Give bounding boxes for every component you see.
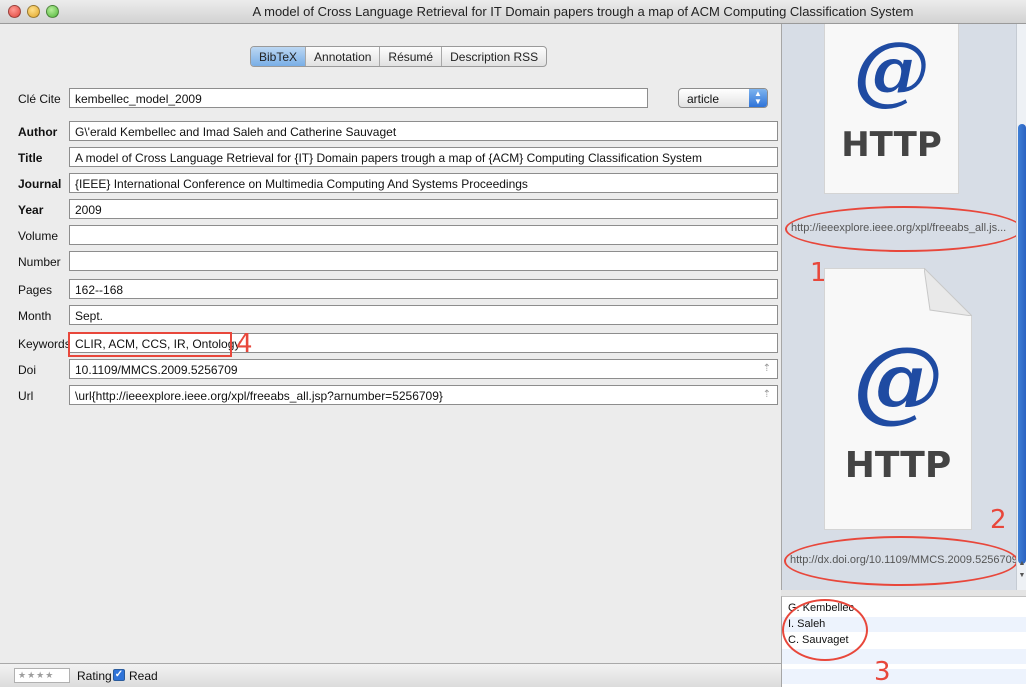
tab-description-rss[interactable]: Description RSS — [442, 47, 546, 66]
month-field[interactable]: Sept. — [69, 305, 778, 325]
annotation-number-3: 3 — [874, 657, 891, 687]
field-label-number: Number — [18, 255, 61, 269]
close-window-button[interactable] — [8, 5, 21, 18]
field-label-doi: Doi — [18, 363, 37, 377]
rating-stars-control[interactable]: ★★★★ — [14, 668, 70, 683]
editor-tabbar: BibTeX Annotation Résumé Description RSS — [250, 46, 548, 67]
author-list-row-empty — [782, 669, 1026, 684]
year-field[interactable]: 2009 — [69, 199, 778, 219]
entry-type-select[interactable]: article ▲ ▼ — [678, 88, 768, 108]
field-label-journal: Journal — [18, 177, 62, 191]
select-arrows-icon: ▲ ▼ — [749, 89, 767, 107]
pages-field[interactable]: 162--168 — [69, 279, 778, 299]
lock-icon[interactable]: ⇡ — [763, 389, 771, 400]
url-value: \url{http://ieeexplore.ieee.org/xpl/free… — [75, 389, 443, 403]
authors-list-panel: G. Kembellec I. Saleh C. Sauvaget 3 — [781, 596, 1026, 687]
field-label-author: Author — [18, 125, 58, 139]
read-checkbox[interactable]: ✓ — [113, 669, 125, 681]
annotation-oval-3 — [782, 599, 868, 661]
minimize-window-button[interactable] — [27, 5, 40, 18]
journal-field[interactable]: {IEEE} International Conference on Multi… — [69, 173, 778, 193]
scroll-down-arrow-icon[interactable]: ▼ — [1017, 572, 1026, 579]
number-field[interactable] — [69, 251, 778, 271]
field-label-year: Year — [18, 203, 44, 217]
author-field[interactable]: G\'erald Kembellec and Imad Saleh and Ca… — [69, 121, 778, 141]
volume-field[interactable] — [69, 225, 778, 245]
http-label: HTTP — [844, 445, 952, 486]
window-titlebar: A model of Cross Language Retrieval for … — [0, 0, 1026, 24]
sidebar-scroll-thumb[interactable] — [1018, 124, 1026, 564]
at-sign-icon: @ — [853, 327, 943, 433]
annotation-box-keywords — [68, 332, 232, 357]
linked-file-icon-1[interactable]: @ HTTP — [824, 24, 959, 194]
field-label-pages: Pages — [18, 283, 53, 297]
annotation-number-4: 4 — [236, 329, 253, 359]
doi-value: 10.1109/MMCS.2009.5256709 — [75, 363, 238, 377]
linked-files-sidebar: @ HTTP http://ieeexplore.ieee.org/xpl/fr… — [781, 24, 1026, 590]
title-field[interactable]: A model of Cross Language Retrieval for … — [69, 147, 778, 167]
window-title: A model of Cross Language Retrieval for … — [252, 4, 914, 19]
zoom-window-button[interactable] — [46, 5, 59, 18]
rating-label: Rating — [77, 669, 112, 683]
status-bar: ★★★★ Rating ✓ Read — [0, 663, 781, 687]
tab-bibtex[interactable]: BibTeX — [251, 47, 307, 66]
annotation-oval-2 — [784, 536, 1018, 586]
lock-icon[interactable]: ⇡ — [763, 363, 771, 374]
url-field[interactable]: \url{http://ieeexplore.ieee.org/xpl/free… — [69, 385, 778, 405]
doi-field[interactable]: 10.1109/MMCS.2009.5256709 ⇡ — [69, 359, 778, 379]
annotation-number-2: 2 — [990, 505, 1007, 535]
page-curl-icon — [924, 268, 972, 316]
tab-resume[interactable]: Résumé — [380, 47, 443, 66]
http-label: HTTP — [841, 125, 942, 165]
cite-key-input[interactable]: kembellec_model_2009 — [69, 88, 648, 108]
entry-type-value: article — [687, 92, 720, 106]
linked-file-icon-2[interactable]: @ HTTP — [824, 268, 972, 530]
at-sign-icon: @ — [853, 25, 930, 114]
field-label-volume: Volume — [18, 229, 59, 243]
field-label-month: Month — [18, 309, 52, 323]
field-label-url: Url — [18, 389, 34, 403]
annotation-oval-1 — [785, 206, 1023, 252]
read-label: Read — [129, 669, 158, 683]
tab-annotation[interactable]: Annotation — [306, 47, 381, 66]
field-label-title: Title — [18, 151, 43, 165]
field-label-keywords: Keywords — [18, 337, 71, 351]
cite-key-label: Clé Cite — [18, 92, 61, 106]
sidebar-scrollbar[interactable]: ▲ ▼ — [1016, 24, 1026, 590]
scroll-up-arrow-icon[interactable]: ▲ — [1017, 560, 1026, 567]
